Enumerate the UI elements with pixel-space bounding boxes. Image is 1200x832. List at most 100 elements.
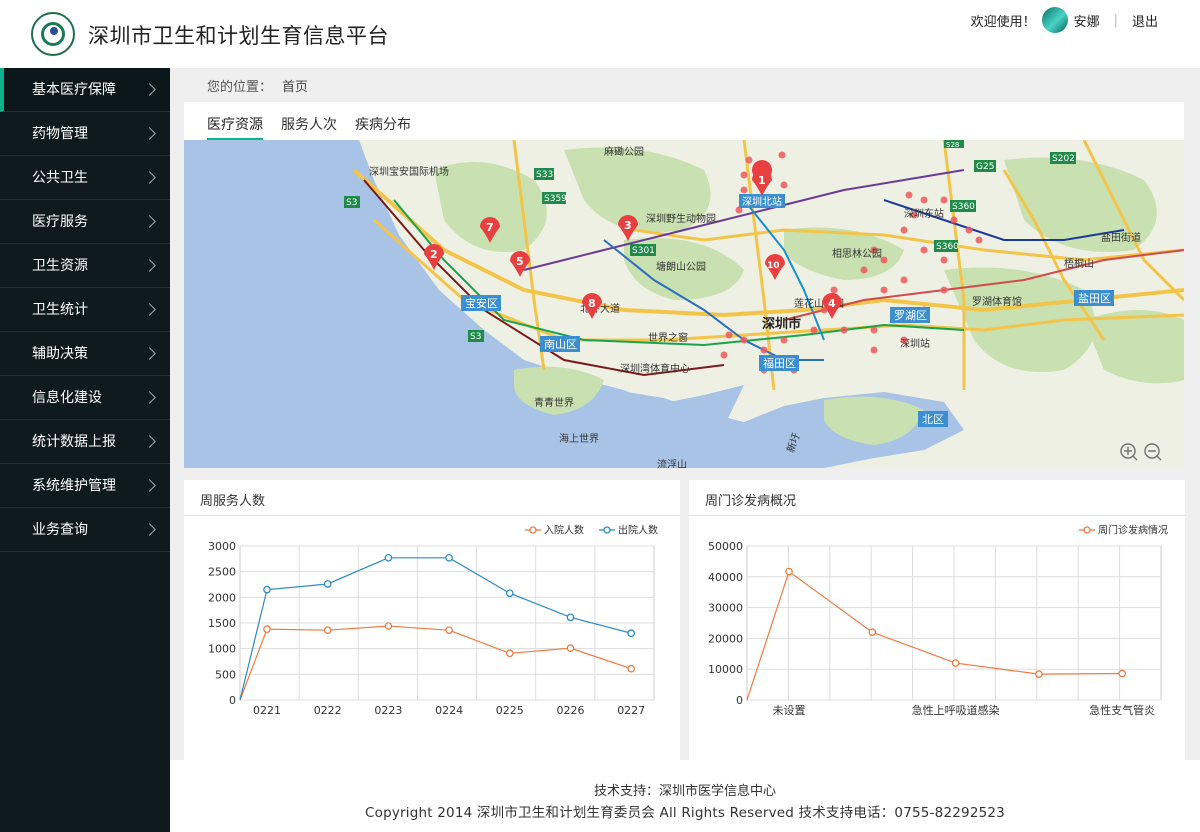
map-district-baoan[interactable]: 宝安区 [465, 296, 498, 310]
legend-marker [603, 526, 611, 534]
x-tick-label: 急性支气管炎 [1089, 703, 1155, 717]
sidebar-item-label: 信息化建设 [32, 390, 102, 406]
map-tabs: 医疗资源 服务人次 疾病分布 [207, 102, 429, 140]
breadcrumb-label: 您的位置： [207, 80, 273, 95]
y-tick-label: 30000 [708, 602, 743, 615]
logout-link[interactable]: 退出 [1132, 11, 1158, 30]
map-label-xiangsi: 相思林公园 [832, 247, 882, 260]
map-label-shenzhen-north: 深圳北站 [742, 195, 782, 208]
sidebar-item-label: 系统维护管理 [32, 478, 116, 494]
avatar[interactable] [1041, 7, 1068, 33]
sidebar-item-label: 统计数据上报 [32, 434, 116, 450]
y-tick-label: 1500 [208, 617, 236, 630]
map-marker[interactable]: 5 [510, 251, 530, 277]
data-point [384, 553, 393, 562]
x-tick-label: 0222 [314, 704, 342, 717]
data-point [263, 585, 271, 594]
y-tick-label: 2000 [208, 591, 236, 604]
footer-copyright: Copyright 2014 深圳市卫生和计划生育委员会 All Rights … [365, 805, 1005, 821]
header: 深圳市卫生和计划生育信息平台 欢迎使用！ 安娜 | 退出 [0, 0, 1200, 68]
divider: | [1113, 12, 1118, 28]
data-point [1035, 670, 1043, 678]
footer-support: 技术支持：深圳市医学信息中心 [593, 784, 776, 799]
legend-label: 出院人数 [618, 524, 658, 537]
data-point [1118, 669, 1127, 678]
map-label-tanglang: 塘朗山公园 [656, 260, 706, 273]
sidebar-item-label: 公共卫生 [32, 170, 88, 186]
sidebar-item-label: 业务查询 [32, 522, 88, 538]
x-tick-label: 0227 [617, 704, 645, 717]
chevron-right-icon [143, 303, 156, 316]
map-marker[interactable]: 1 [752, 160, 773, 196]
map-label-mahi: 麻磡公园 [604, 145, 644, 158]
user-area: 欢迎使用！ 安娜 | 退出 [971, 7, 1158, 33]
map-district-luohu[interactable]: 罗湖区 [894, 309, 927, 322]
tab-medical-resource[interactable]: 医疗资源 [207, 102, 263, 140]
map-marker[interactable]: 10 [765, 254, 785, 280]
sidebar-item-report[interactable]: 统计数据上报 [0, 420, 170, 464]
sidebar-item-decision[interactable]: 辅助决策 [0, 332, 170, 376]
x-tick-label: 0223 [374, 704, 402, 717]
username[interactable]: 安娜 [1074, 11, 1100, 30]
sidebar-item-health-resource[interactable]: 卫生资源 [0, 244, 170, 288]
map-shield-s360: S360 [952, 202, 975, 212]
map-marker[interactable]: 8 [582, 293, 602, 319]
site-title: 深圳市卫生和计划生育信息平台 [88, 24, 389, 48]
sidebar-item-medical-service[interactable]: 医疗服务 [0, 200, 170, 244]
breadcrumb-home[interactable]: 首页 [282, 80, 308, 95]
tab-disease-distribution[interactable]: 疾病分布 [355, 102, 411, 140]
map-label-liufushan: 流浮山 [657, 458, 687, 468]
sidebar-item-query[interactable]: 业务查询 [0, 508, 170, 552]
chevron-right-icon [143, 127, 156, 140]
sidebar-item-system[interactable]: 系统维护管理 [0, 464, 170, 508]
map-district-bei[interactable]: 北区 [922, 413, 944, 426]
chevron-right-icon [143, 391, 156, 404]
chevron-right-icon [143, 435, 156, 448]
breadcrumb: 您的位置： 首页 [207, 76, 308, 95]
sidebar-item-public-health[interactable]: 公共卫生 [0, 156, 170, 200]
data-point [627, 664, 636, 673]
sidebar-item-basic-medical[interactable]: 基本医疗保障 [0, 68, 170, 112]
data-point [445, 553, 453, 562]
svg-text:3: 3 [624, 219, 632, 232]
svg-text:1: 1 [758, 174, 766, 187]
data-point [566, 613, 575, 622]
y-tick-label: 40000 [708, 571, 743, 584]
map-shield-s3b: S3 [470, 332, 481, 342]
map-label-qingqing: 青青世界 [534, 396, 574, 409]
legend-marker [529, 526, 537, 534]
map-label-wutong: 梧桐山 [1064, 257, 1094, 270]
sidebar-item-statistics[interactable]: 卫生统计 [0, 288, 170, 332]
map-shield-s359: S359 [544, 194, 567, 204]
map-panel: 医疗资源 服务人次 疾病分布 深圳宝安国际机场 麻磡公园 深圳野生动物园 塘朗山… [184, 102, 1184, 468]
x-tick-label: 0225 [496, 704, 524, 717]
data-point [627, 629, 636, 638]
map-label-bay-sports: 深圳湾体育中心 [620, 362, 690, 375]
map-marker[interactable]: 3 [618, 215, 638, 241]
data-point [566, 644, 575, 653]
map-district-nanshan[interactable]: 南山区 [544, 338, 577, 351]
map[interactable]: 深圳宝安国际机场 麻磡公园 深圳野生动物园 塘朗山公园 相思林公园 深圳东站 莲… [184, 140, 1184, 468]
sidebar-item-label: 基本医疗保障 [32, 82, 116, 98]
data-point [384, 622, 393, 630]
y-tick-label: 2500 [208, 566, 236, 579]
map-shield-s28: S28 [946, 141, 959, 149]
legend-label: 入院人数 [544, 524, 584, 537]
tab-service-count[interactable]: 服务人次 [281, 102, 337, 140]
data-point [323, 580, 332, 588]
map-marker[interactable]: 4 [822, 293, 842, 319]
map-shield-s360b: S360 [936, 242, 959, 252]
sidebar-item-drug[interactable]: 药物管理 [0, 112, 170, 156]
y-tick-label: 3000 [208, 540, 236, 553]
chevron-right-icon [143, 523, 156, 536]
data-point [505, 649, 514, 658]
chevron-right-icon [143, 215, 156, 228]
sidebar-item-label: 卫生统计 [32, 302, 88, 318]
map-district-futian[interactable]: 福田区 [763, 356, 796, 370]
map-label-shenzhen-station: 深圳站 [900, 337, 930, 350]
y-tick-label: 20000 [708, 632, 743, 645]
map-district-yantian[interactable]: 盐田区 [1078, 292, 1111, 305]
x-tick-label: 0224 [435, 704, 463, 717]
sidebar-item-it-construction[interactable]: 信息化建设 [0, 376, 170, 420]
sidebar-item-label: 卫生资源 [32, 258, 88, 274]
